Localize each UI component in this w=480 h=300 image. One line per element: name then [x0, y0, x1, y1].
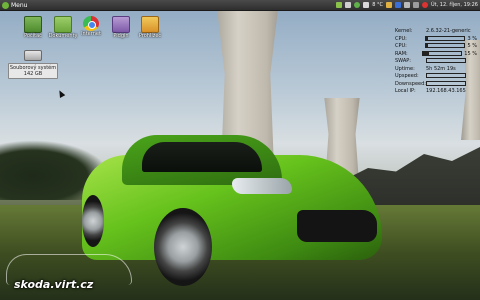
drive-icon: [24, 50, 42, 61]
cpu2-row: CPU: 5 %: [395, 43, 477, 51]
bluetooth-icon[interactable]: [394, 2, 401, 8]
chrome-icon: [83, 16, 99, 31]
system-tray: 8 °C Út, 12. říjen, 19:26: [336, 0, 478, 10]
kernel-value: 2.6.32-21-generic: [426, 28, 471, 34]
watermark-text: skoda.virt.cz: [14, 278, 94, 291]
car-front-wheel: [154, 208, 212, 286]
drive-size: 142 GB: [23, 71, 43, 77]
top-panel: Menu 8 °C Út, 12. říjen, 19:26: [0, 0, 480, 11]
clock[interactable]: Út, 12. říjen, 19:26: [431, 2, 478, 8]
car-headlight: [232, 178, 292, 194]
localip-label: Local IP:: [395, 88, 416, 94]
uptime-label: Uptime:: [395, 65, 415, 72]
cpu2-label: CPU:: [395, 43, 407, 49]
ram-bar-fill: [423, 51, 429, 55]
pidgin-icon: [112, 16, 130, 33]
cpu1-label: CPU:: [395, 35, 407, 42]
car-rear-wheel: [82, 195, 104, 247]
cpu1-value: 3 %: [467, 35, 477, 42]
localip-value: 192.168.43.165: [426, 88, 466, 94]
downspeed-row: Downspeed:: [395, 80, 477, 89]
ram-value: 15 %: [464, 50, 477, 57]
shield-icon[interactable]: [354, 2, 361, 8]
folder-icon: [54, 16, 72, 33]
menu-label: Menu: [11, 1, 28, 9]
temperature-label[interactable]: 8 °C: [372, 2, 383, 8]
swap-bar: [426, 58, 466, 63]
desktop-icon-prohlizec[interactable]: Prohlížeč: [133, 16, 167, 39]
downspeed-label: Downspeed:: [395, 80, 426, 87]
computer-icon: [24, 16, 42, 33]
user-icon[interactable]: [412, 2, 419, 8]
kernel-label: Kernel:: [395, 28, 413, 34]
network-icon[interactable]: [403, 2, 410, 8]
upspeed-bar: [426, 73, 466, 78]
upspeed-label: Upspeed:: [395, 73, 419, 79]
cpu1-row: CPU: 3 %: [395, 35, 477, 44]
localip-row: Local IP: 192.168.43.165: [395, 88, 477, 96]
cpu1-bar: [425, 35, 466, 41]
desktop-icon-label: Internet: [81, 31, 101, 37]
desktop-icon-filesystem[interactable]: Souborový systém 142 GB: [8, 50, 58, 79]
uptime-row: Uptime: 5h 52m 19s: [395, 66, 477, 74]
drive-label: Souborový systém 142 GB: [8, 63, 58, 79]
watermark: skoda.virt.cz: [6, 254, 132, 298]
cpu2-value: 5 %: [467, 43, 477, 49]
weather-icon[interactable]: [363, 2, 370, 8]
desktop-icon-label: Prohlížeč: [138, 33, 162, 39]
upspeed-row: Upspeed:: [395, 73, 477, 81]
image-viewer-icon: [141, 16, 159, 33]
cpu2-bar-fill: [426, 44, 429, 47]
desktop-icon-pocitac[interactable]: Počítač: [16, 16, 50, 39]
power-icon[interactable]: [421, 2, 428, 8]
uptime-value: 5h 52m 19s: [426, 65, 456, 72]
desktop-screen: Menu 8 °C Út, 12. říjen, 19:26 Počítač D…: [0, 0, 480, 300]
audio-icon[interactable]: [345, 2, 352, 8]
app-icon[interactable]: [336, 2, 343, 8]
car-window: [142, 142, 262, 172]
ram-bar: [422, 50, 463, 56]
ram-row: RAM: 15 %: [395, 50, 477, 59]
swap-label: SWAP:: [395, 58, 411, 64]
menu-logo-icon: [2, 1, 9, 9]
mail-icon[interactable]: [385, 2, 392, 8]
mouse-cursor-icon: [56, 89, 66, 98]
desktop-icon-internet[interactable]: Internet: [74, 16, 108, 37]
downspeed-bar: [426, 80, 466, 86]
ram-label: RAM:: [395, 50, 408, 57]
menu-button[interactable]: Menu: [2, 0, 27, 10]
desktop-icon-label: Počítač: [24, 33, 42, 39]
swap-row: SWAP:: [395, 58, 477, 66]
cpu1-bar-fill: [426, 36, 428, 40]
system-monitor-widget: Kernel: 2.6.32-21-generic CPU: 3 % CPU: …: [395, 28, 477, 96]
kernel-row: Kernel: 2.6.32-21-generic: [395, 28, 477, 36]
cpu2-bar: [425, 43, 466, 48]
car-grille: [297, 210, 377, 242]
